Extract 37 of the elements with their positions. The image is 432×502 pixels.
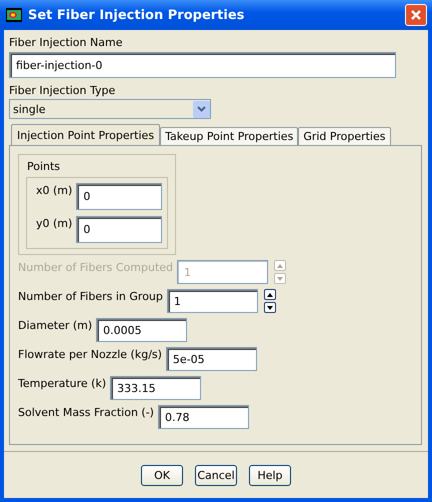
field-label: Number of Fibers in Group [18,289,163,303]
field-label: Flowrate per Nozzle (kg/s) [18,347,162,361]
app-icon [6,8,22,22]
triangle-down-icon [266,304,274,310]
input-field[interactable]: 0.0005 [96,318,188,342]
spin-up-button[interactable] [264,289,276,300]
input-field[interactable]: 5e-05 [166,347,257,371]
window-title: Set Fiber Injection Properties [28,8,246,22]
field-label: Solvent Mass Fraction (-) [18,405,154,419]
group-title: Points [27,160,62,173]
input-field[interactable]: 0 [76,183,162,210]
dropdown[interactable]: single [9,99,211,119]
triangle-up-icon [276,262,284,268]
input-field[interactable]: fiber-injection-0 [9,52,396,78]
input-field[interactable]: 0.78 [158,405,249,429]
close-icon [410,9,422,21]
field-label: Temperature (k) [18,376,106,390]
dialog-button[interactable]: OK [141,464,183,486]
input-field[interactable]: 333.15 [110,376,202,400]
triangle-up-icon [266,292,274,298]
field-label: Number of Fibers Computed [18,260,174,274]
chevron-down-icon [197,106,206,112]
close-button[interactable] [405,4,427,26]
dialog-button[interactable]: Cancel [195,464,237,486]
spin-down-button[interactable] [264,302,276,313]
triangle-down-icon [276,276,284,282]
field-label: y0 (m) [36,216,72,230]
field-label: x0 (m) [36,183,72,197]
tab[interactable]: Injection Point Properties [11,124,160,145]
field-label: Diameter (m) [18,318,92,332]
input-field[interactable]: 1 [166,289,258,313]
dialog-button[interactable]: Help [249,464,291,486]
input-field[interactable]: 0 [76,216,162,243]
tab[interactable]: Takeup Point Properties [160,127,298,145]
field-label: Fiber Injection Name [9,36,124,49]
field-label: Fiber Injection Type [9,84,116,97]
tab[interactable]: Grid Properties [298,127,390,145]
